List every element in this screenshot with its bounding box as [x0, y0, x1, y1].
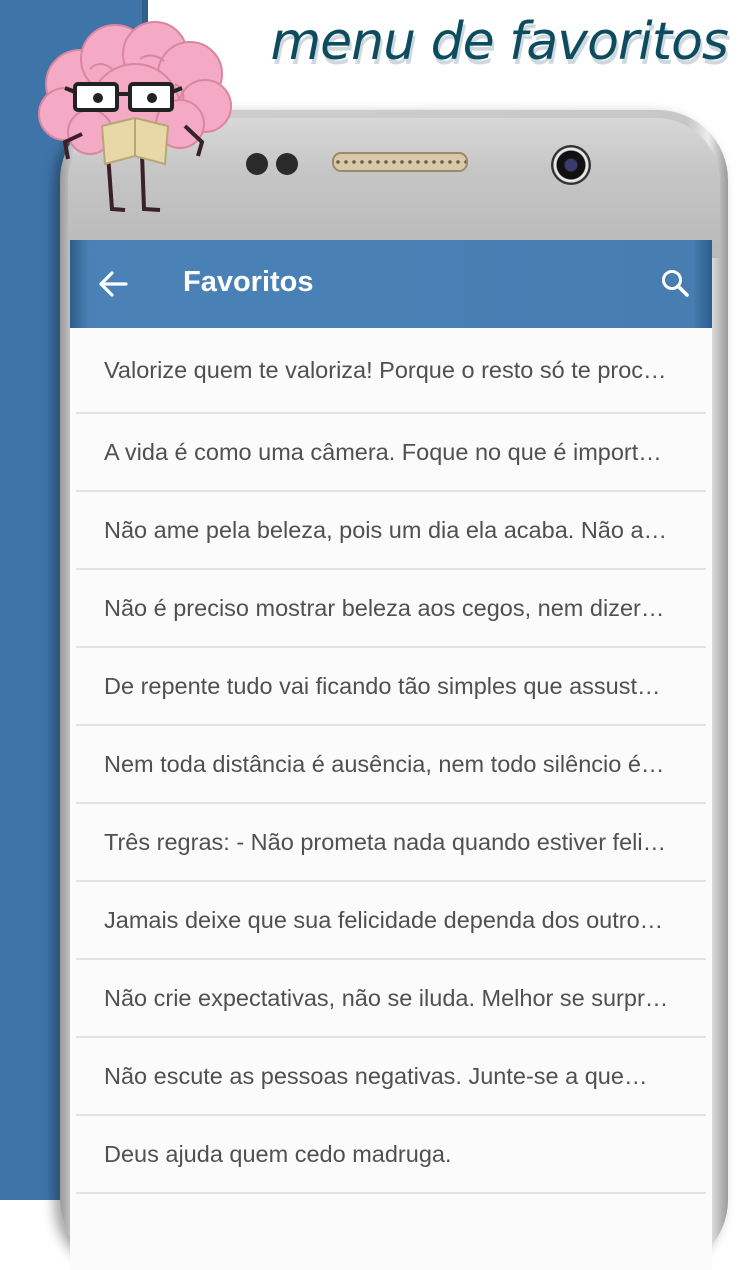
quote-text: Deus ajuda quem cedo madruga.	[104, 1140, 452, 1167]
app-bar: Favoritos	[70, 240, 712, 328]
front-camera-icon	[551, 145, 591, 185]
app-screen: Favoritos Valorize quem te valoriza! Por…	[70, 240, 712, 1270]
sensor-icon	[276, 153, 298, 175]
phone-frame: Favoritos Valorize quem te valoriza! Por…	[60, 110, 728, 1270]
promo-title: menu de favoritos	[270, 12, 729, 72]
favorites-list: Valorize quem te valoriza! Porque o rest…	[70, 328, 712, 1194]
arrow-back-icon[interactable]	[98, 270, 128, 298]
search-icon[interactable]	[660, 268, 690, 298]
list-item[interactable]: Não é preciso mostrar beleza aos cegos, …	[76, 570, 706, 648]
quote-text: Não ame pela beleza, pois um dia ela aca…	[104, 516, 668, 543]
list-item[interactable]: Nem toda distância é ausência, nem todo …	[76, 726, 706, 804]
quote-text: De repente tudo vai ficando tão simples …	[104, 672, 661, 699]
speaker-grille	[332, 152, 468, 172]
quote-text: Três regras: - Não prometa nada quando e…	[104, 828, 667, 855]
list-item[interactable]: A vida é como uma câmera. Foque no que é…	[76, 414, 706, 492]
quote-text: Jamais deixe que sua felicidade dependa …	[104, 906, 664, 933]
quote-text: Não escute as pessoas negativas. Junte-s…	[104, 1062, 648, 1089]
list-item[interactable]: Não ame pela beleza, pois um dia ela aca…	[76, 492, 706, 570]
quote-text: A vida é como uma câmera. Foque no que é…	[104, 438, 662, 465]
list-item[interactable]: Não crie expectativas, não se iluda. Mel…	[76, 960, 706, 1038]
list-item[interactable]: De repente tudo vai ficando tão simples …	[76, 648, 706, 726]
brain-mascot-icon	[38, 21, 232, 212]
list-item[interactable]: Valorize quem te valoriza! Porque o rest…	[76, 328, 706, 414]
list-item[interactable]: Não escute as pessoas negativas. Junte-s…	[76, 1038, 706, 1116]
list-item[interactable]: Deus ajuda quem cedo madruga.	[76, 1116, 706, 1194]
quote-text: Não é preciso mostrar beleza aos cegos, …	[104, 594, 665, 621]
quote-text: Nem toda distância é ausência, nem todo …	[104, 750, 665, 777]
list-item[interactable]: Jamais deixe que sua felicidade dependa …	[76, 882, 706, 960]
sensor-icon	[246, 153, 268, 175]
page-title: Favoritos	[183, 266, 314, 298]
quote-text: Valorize quem te valoriza! Porque o rest…	[104, 356, 667, 383]
quote-text: Não crie expectativas, não se iluda. Mel…	[104, 984, 669, 1011]
list-item[interactable]: Três regras: - Não prometa nada quando e…	[76, 804, 706, 882]
